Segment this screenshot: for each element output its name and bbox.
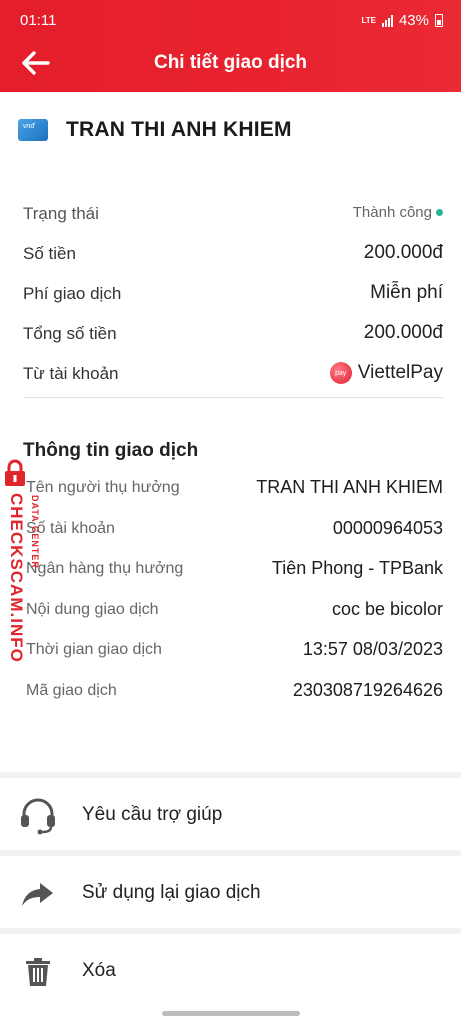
app-header: 01:11 LTE 43% Chi tiết giao dịch [0,0,461,92]
summary-row-status: Trạng thái Thành công [23,196,443,236]
help-request-button[interactable]: Yêu cầu trợ giúp [0,772,461,850]
info-label: Tên người thụ hưởng [26,479,180,496]
info-row: Ngân hàng thụ hưởng Tiên Phong - TPBank [23,554,443,595]
status-value-wrap: Thành công [353,204,443,221]
info-label: Ngân hàng thụ hưởng [26,560,184,577]
info-row: Nội dung giao dịch coc be bicolor [23,595,443,636]
action-label: Xóa [82,960,116,981]
action-list: Yêu cầu trợ giúp Sử dụng lại giao dịch X… [0,772,461,1006]
info-row: Thời gian giao dịch 13:57 08/03/2023 [23,635,443,676]
lock-icon [5,459,25,486]
info-row: Tên người thụ hưởng TRAN THI ANH KHIEM [23,473,443,514]
amount-label: Số tiền [23,244,76,263]
info-value: Tiên Phong - TPBank [271,558,443,578]
info-value: coc be bicolor [331,598,443,619]
home-indicator[interactable] [162,1011,300,1016]
watermark-text: CHECKSCAM.INFO [7,493,26,663]
delete-button[interactable]: Xóa [0,928,461,1006]
battery-percent: 43% [398,12,429,29]
info-value: 00000964053 [332,517,443,538]
info-value: 230308719264626 [292,679,443,700]
source-value-wrap: pay ViettelPay [329,362,443,384]
transaction-info: Tên người thụ hưởng TRAN THI ANH KHIEM S… [23,473,443,716]
action-label: Sử dụng lại giao dịch [82,882,261,903]
total-value: 200.000đ [363,322,443,343]
viettelpay-logo-icon: pay [329,362,352,384]
source-value: ViettelPay [357,362,443,383]
summary-row-fee: Phí giao dịch Miễn phí [23,276,443,316]
transaction-summary: Trạng thái Thành công Số tiền 200.000đ P… [23,196,443,396]
wallet-icon-text: vnđ [23,123,35,130]
total-label: Tổng số tiền [23,324,117,343]
action-label: Yêu cầu trợ giúp [82,804,223,825]
source-label: Từ tài khoản [23,364,119,383]
status-label: Trạng thái [23,204,99,223]
signal-icon [381,14,393,27]
summary-row-source: Từ tài khoản pay ViettelPay [23,356,443,396]
fee-value: Miễn phí [370,282,443,303]
recipient-header: vnđ TRAN THI ANH KHIEM [18,112,292,148]
watermark: CHECKSCAM.INFO DATA CENTER [2,455,46,675]
info-label: Thời gian giao dịch [26,641,162,658]
status-indicators: LTE 43% [361,12,443,29]
info-value: TRAN THI ANH KHIEM [256,477,443,497]
status-bar: 01:11 LTE 43% [0,8,461,32]
network-type: LTE [361,15,376,25]
share-arrow-icon [22,883,53,906]
summary-row-amount: Số tiền 200.000đ [23,236,443,276]
status-dot-icon [436,209,443,216]
trash-icon [26,958,50,986]
info-row: Mã giao dịch 230308719264626 [23,676,443,717]
wallet-icon: vnđ [18,119,48,141]
info-label: Mã giao dịch [26,681,117,699]
fee-label: Phí giao dịch [23,284,122,303]
watermark-subtext: DATA CENTER [30,495,40,569]
info-value: 13:57 08/03/2023 [302,639,443,659]
battery-icon [435,14,443,27]
status-value: Thành công [352,204,432,221]
summary-row-total: Tổng số tiền 200.000đ [23,316,443,356]
amount-value: 200.000đ [363,242,443,263]
section-divider [23,397,443,398]
page-title: Chi tiết giao dịch [153,52,308,73]
status-time: 01:11 [20,12,57,29]
recipient-name: TRAN THI ANH KHIEM [66,118,292,141]
headset-icon [21,798,55,835]
info-section-title: Thông tin giao dịch [23,440,199,461]
reuse-transaction-button[interactable]: Sử dụng lại giao dịch [0,850,461,928]
info-row: Số tài khoản 00000964053 [23,514,443,555]
